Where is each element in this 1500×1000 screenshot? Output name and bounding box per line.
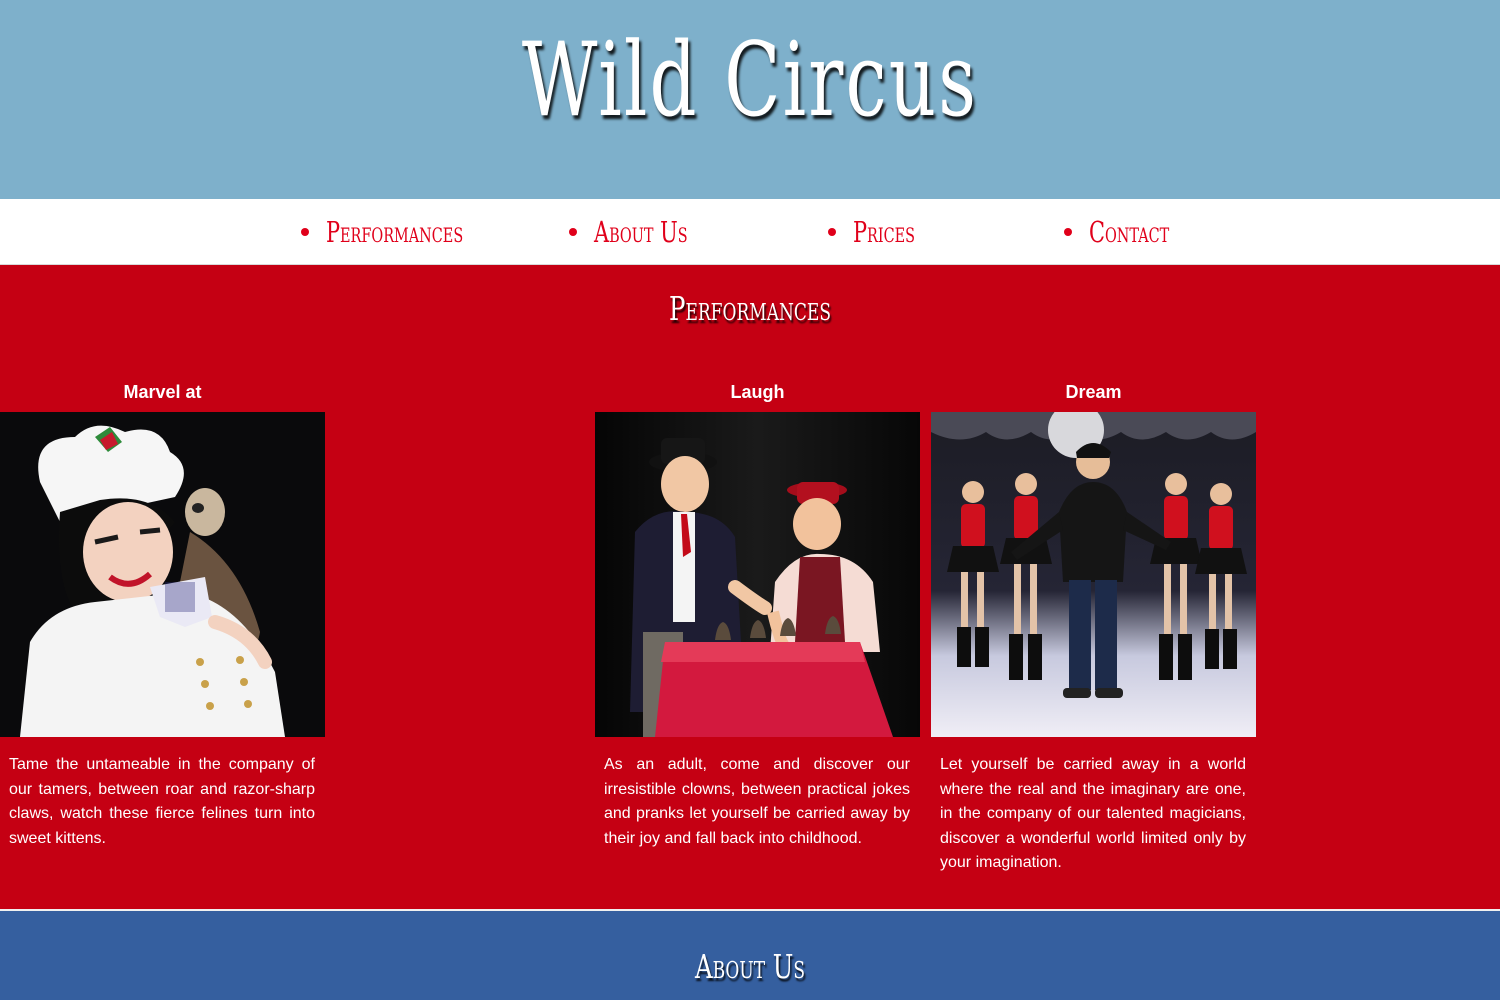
card-description: Let yourself be carried away in a world … — [940, 756, 1246, 872]
bullet-icon — [569, 227, 577, 236]
performance-card-laugh: Laugh As an adult, come and discover our… — [595, 377, 920, 851]
nav-label[interactable]: Contact — [1089, 215, 1169, 249]
performance-card-dream: Dream Let yourself be carried away in a … — [931, 377, 1256, 876]
nav-item-contact[interactable]: Contact — [1064, 199, 1200, 264]
card-heading: Marvel at — [123, 382, 202, 402]
card-heading: Laugh — [730, 382, 785, 402]
card-description: Tame the untameable in the company of ou… — [9, 756, 315, 847]
site-header: Wild Circus — [0, 0, 1500, 199]
main-nav: Performances About Us Prices Contact — [0, 199, 1500, 265]
bullet-icon — [828, 227, 836, 236]
bullet-icon — [1064, 227, 1072, 236]
section-title-about-us: About Us — [694, 947, 806, 986]
nav-item-prices[interactable]: Prices — [828, 199, 939, 264]
site-title: Wild Circus — [521, 21, 979, 140]
nav-item-performances[interactable]: Performances — [301, 199, 517, 264]
nav-label[interactable]: Performances — [326, 215, 463, 249]
magician-dancers-photo — [931, 412, 1256, 737]
card-description: As an adult, come and discover our irres… — [604, 756, 910, 847]
about-section: About Us — [0, 911, 1500, 1000]
section-title-performances: Performances — [669, 289, 831, 328]
card-heading: Dream — [1065, 382, 1122, 402]
nav-label[interactable]: About Us — [594, 215, 688, 249]
nav-label[interactable]: Prices — [853, 215, 915, 249]
bullet-icon — [301, 227, 309, 236]
performance-card-marvel-at: Marvel at Tame the untameable in the com… — [0, 377, 325, 851]
nav-item-about-us[interactable]: About Us — [569, 199, 724, 264]
clowns-photo — [595, 412, 920, 737]
tamer-ferret-photo — [0, 412, 325, 737]
performances-section: Performances Laugh As an adult, come and… — [0, 265, 1500, 909]
